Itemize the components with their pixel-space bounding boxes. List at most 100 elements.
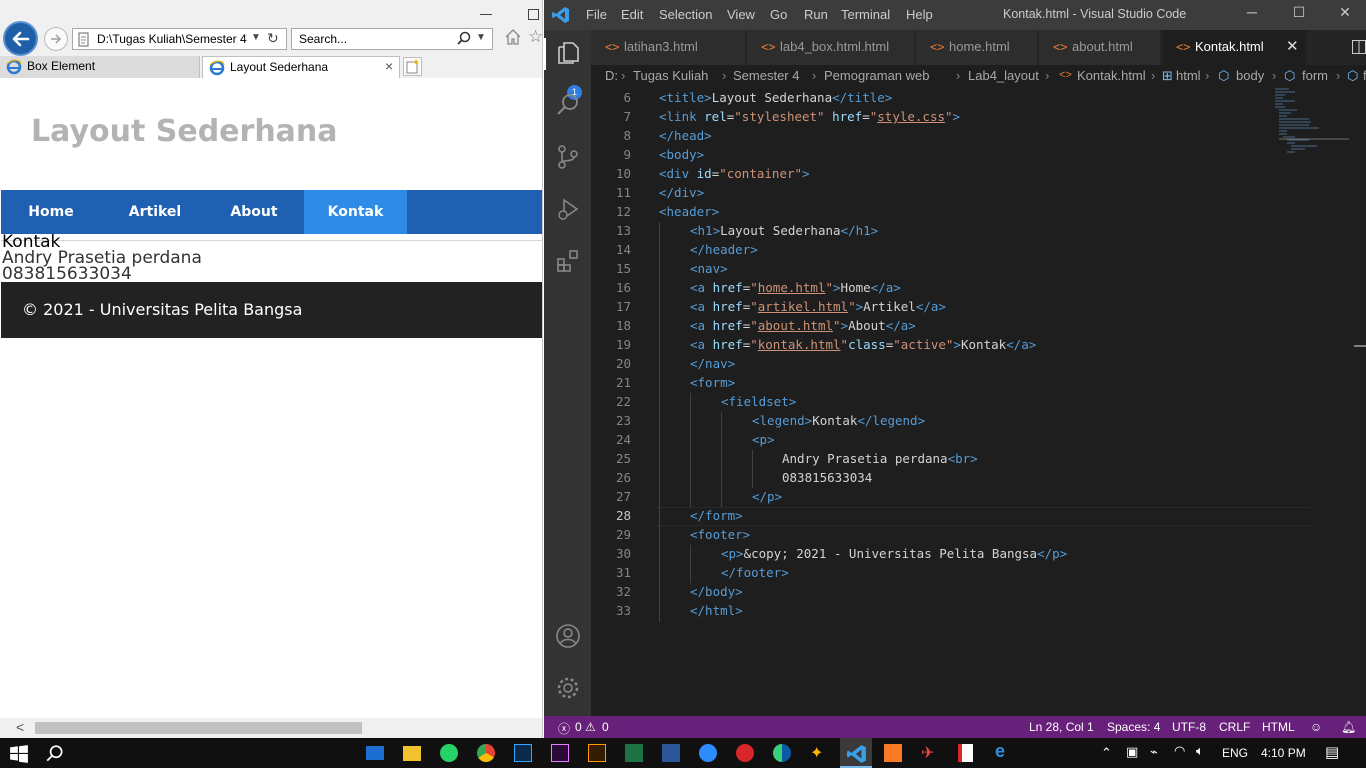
error-icon[interactable]: ⓧ (558, 720, 570, 737)
chrome-icon[interactable] (477, 744, 495, 762)
pdf-reader-icon[interactable] (958, 744, 973, 762)
code-link[interactable]: kontak.html (758, 337, 841, 352)
breadcrumb-item[interactable]: form (1302, 68, 1328, 83)
windows-start-icon[interactable] (9, 744, 29, 764)
clock-time[interactable]: 4:10 PM (1261, 746, 1306, 760)
close-tab-icon[interactable]: ✕ (1286, 37, 1299, 55)
editor-tab-home[interactable]: <> home.html (916, 30, 1038, 65)
mail-app-icon[interactable] (366, 746, 384, 760)
close-window-icon[interactable]: ✕ (1335, 4, 1355, 21)
breadcrumb-item[interactable]: body (1236, 68, 1264, 83)
action-center-icon[interactable]: ▤ (1325, 743, 1339, 761)
address-bar[interactable]: D:\Tugas Kuliah\Semester 4\ ▼ ↻ (72, 28, 287, 50)
search-dropdown-icon[interactable]: ▼ (476, 32, 486, 43)
ie-taskbar-icon[interactable]: e (995, 741, 1015, 761)
notifications-bell-icon[interactable]: 🔔︎ (1341, 720, 1356, 734)
cursor-position[interactable]: Ln 28, Col 1 (1029, 720, 1094, 734)
breadcrumb-item[interactable]: html (1176, 68, 1201, 83)
split-editor-icon[interactable] (1351, 39, 1366, 55)
code-link[interactable]: artikel.html (758, 299, 848, 314)
extensions-icon[interactable] (555, 248, 581, 274)
warning-count[interactable]: 0 (602, 720, 609, 734)
breadcrumb-item[interactable]: Kontak.html (1077, 68, 1146, 83)
breadcrumb-item[interactable]: Pemograman web (824, 68, 930, 83)
browser-tab-box-element[interactable]: Box Element (0, 56, 200, 78)
search-box[interactable]: Search... ▼ (291, 28, 493, 50)
search-icon[interactable] (555, 92, 581, 118)
tray-network-icon[interactable]: ⌁ (1150, 744, 1158, 760)
language-indicator[interactable]: ENG (1222, 746, 1248, 760)
code-app-icon[interactable]: ✈ (921, 743, 941, 763)
nav-link-artikel[interactable]: Artikel (105, 190, 205, 234)
run-debug-icon[interactable] (555, 196, 581, 222)
illustrator-icon[interactable] (588, 744, 606, 762)
volume-icon[interactable]: 🔈︎ (1196, 743, 1204, 759)
new-tab-button[interactable] (403, 57, 422, 76)
refresh-icon[interactable]: ↻ (267, 30, 279, 47)
back-button[interactable] (3, 21, 38, 56)
breadcrumb-item[interactable]: Semester 4 (733, 68, 799, 83)
breadcrumb-item[interactable]: Lab4_layout (968, 68, 1039, 83)
wifi-icon[interactable]: ◠ (1174, 743, 1185, 759)
code-link[interactable]: style.css (877, 109, 945, 124)
search-icon[interactable] (456, 31, 472, 47)
address-dropdown-icon[interactable]: ▼ (251, 32, 261, 43)
breadcrumb-item[interactable]: Tugas Kuliah (633, 68, 708, 83)
menu-selection[interactable]: Selection (659, 7, 712, 22)
editor-tab-lab4-box[interactable]: <> lab4_box.html.html (747, 30, 915, 65)
whatsapp-icon[interactable] (440, 744, 458, 762)
menu-view[interactable]: View (727, 7, 755, 22)
explorer-icon[interactable] (555, 40, 581, 66)
scroll-left-icon[interactable]: < (16, 719, 24, 735)
nav-link-home[interactable]: Home (1, 190, 101, 234)
code-link[interactable]: about.html (758, 318, 833, 333)
editor-tab-kontak[interactable]: <> Kontak.html ✕ (1162, 30, 1307, 65)
source-control-icon[interactable] (555, 144, 581, 170)
vertical-scrollbar[interactable] (1354, 87, 1366, 716)
xampp-icon[interactable] (884, 744, 902, 762)
star-app-icon[interactable]: ✦ (810, 743, 830, 763)
close-tab-icon[interactable]: × (385, 58, 393, 74)
tray-chevron-icon[interactable]: ⌃ (1101, 745, 1112, 761)
browser-tab-layout-sederhana[interactable]: Layout Sederhana × (202, 56, 400, 78)
error-count[interactable]: 0 (575, 720, 582, 734)
minimap[interactable] (1271, 87, 1354, 157)
code-link[interactable]: home.html (758, 280, 826, 295)
settings-gear-icon[interactable] (555, 675, 581, 701)
language-mode[interactable]: HTML (1262, 720, 1295, 734)
editor-tab-about[interactable]: <> about.html (1039, 30, 1161, 65)
editor-tab-latihan3[interactable]: <> latihan3.html (591, 30, 746, 65)
account-icon[interactable] (555, 623, 581, 649)
dx-app-icon[interactable] (736, 744, 754, 762)
menu-help[interactable]: Help (906, 7, 933, 22)
minimize-icon[interactable]: ─ (1242, 4, 1262, 20)
minimize-button[interactable] (480, 14, 492, 15)
edge-icon[interactable] (773, 744, 791, 762)
scrollbar-thumb[interactable] (35, 722, 362, 734)
indentation[interactable]: Spaces: 4 (1107, 720, 1160, 734)
premiere-icon[interactable] (551, 744, 569, 762)
breadcrumb-item[interactable]: D: (605, 68, 618, 83)
menu-terminal[interactable]: Terminal (841, 7, 890, 22)
nav-link-about[interactable]: About (204, 190, 304, 234)
feedback-icon[interactable]: ☺ (1310, 720, 1322, 734)
nav-link-kontak[interactable]: Kontak (304, 190, 407, 234)
maximize-button[interactable] (528, 9, 539, 20)
menu-file[interactable]: File (586, 7, 607, 22)
code-editor[interactable]: 6 7 8 9 10 11 12 13 14 15 16 17 18 19 20… (591, 87, 1311, 716)
menu-edit[interactable]: Edit (621, 7, 643, 22)
search-placeholder[interactable]: Search... (299, 32, 347, 46)
photoshop-icon[interactable] (514, 744, 532, 762)
vscode-taskbar-icon[interactable] (847, 744, 867, 764)
horizontal-scrollbar[interactable]: < (0, 718, 542, 738)
encoding[interactable]: UTF-8 (1172, 720, 1206, 734)
menu-run[interactable]: Run (804, 7, 828, 22)
tray-device-icon[interactable]: ▣ (1126, 744, 1138, 760)
address-text[interactable]: D:\Tugas Kuliah\Semester 4\ (97, 32, 247, 46)
line-ending[interactable]: CRLF (1219, 720, 1250, 734)
menu-go[interactable]: Go (770, 7, 787, 22)
maximize-icon[interactable]: ☐ (1289, 4, 1309, 21)
zoom-icon[interactable] (699, 744, 717, 762)
home-icon[interactable] (504, 28, 522, 46)
excel-icon[interactable] (625, 744, 643, 762)
